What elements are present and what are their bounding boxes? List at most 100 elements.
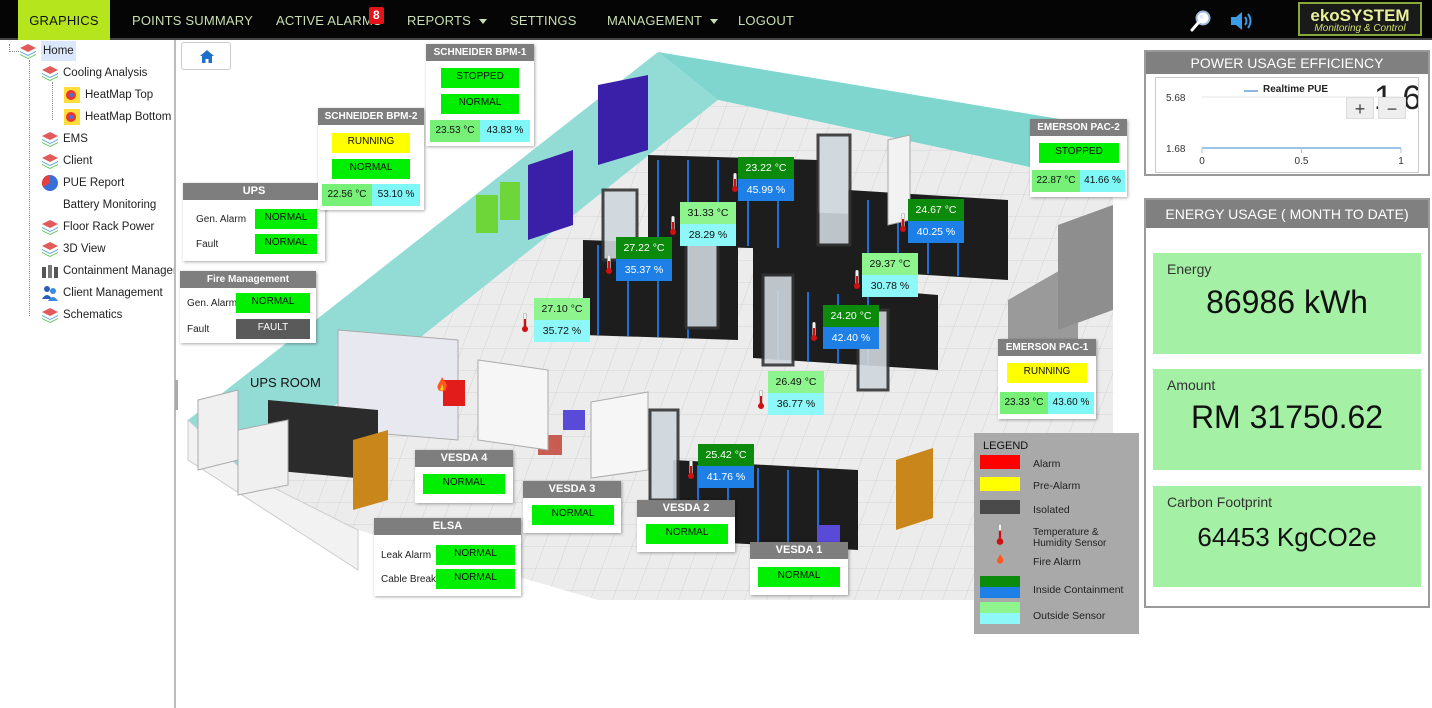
- humidity-reading: 41.76 %: [698, 466, 754, 488]
- nav-graphics[interactable]: GRAPHICS: [18, 0, 110, 40]
- legend-label: Temperature & Humidity Sensor: [1033, 527, 1107, 549]
- nav-settings[interactable]: SETTINGS: [510, 0, 577, 40]
- fire-icon: [437, 377, 447, 392]
- carbon-footprint-box: Carbon Footprint 64453 KgCO2e: [1153, 486, 1421, 587]
- fire-management-panel[interactable]: Fire Management Gen. Alarm NORMAL Fault …: [180, 271, 316, 343]
- humidity-reading: 35.37 %: [616, 259, 672, 281]
- humidity-reading: 35.72 %: [534, 320, 590, 342]
- status-badge: NORMAL: [441, 94, 519, 114]
- tree-item-label: Schematics: [63, 309, 123, 321]
- nav-logout[interactable]: LOGOUT: [738, 0, 794, 40]
- nav-points-summary[interactable]: POINTS SUMMARY: [132, 0, 253, 40]
- legend-label: Outside Sensor: [1033, 610, 1106, 622]
- th-sensor[interactable]: 31.33 °C 28.29 %: [680, 202, 736, 246]
- layers-icon: [42, 308, 58, 323]
- row-label: Gen. Alarm: [196, 214, 247, 225]
- tree-item-label: Containment Management: [63, 265, 174, 277]
- panel-title: UPS: [183, 183, 325, 200]
- emerson-pac-2-panel[interactable]: EMERSON PAC-2 STOPPED 22.87 °C 41.66 %: [1030, 119, 1127, 197]
- vesda-2-panel[interactable]: VESDA 2 NORMAL: [637, 500, 735, 552]
- panel-title: EMERSON PAC-1: [998, 339, 1096, 356]
- th-sensor[interactable]: 29.37 °C 30.78 %: [862, 253, 918, 297]
- legend-swatch-inside: [980, 576, 1020, 587]
- humidity-reading: 40.25 %: [908, 221, 964, 243]
- th-sensor[interactable]: 24.67 °C 40.25 %: [908, 199, 964, 243]
- status-badge: NORMAL: [423, 474, 505, 494]
- nav-reports[interactable]: REPORTS: [407, 0, 488, 40]
- temperature-reading: 23.53 °C: [430, 120, 480, 142]
- pue-x-tick-label: 0.5: [1295, 156, 1309, 167]
- temperature-reading: 22.87 °C: [1032, 170, 1080, 192]
- speaker-icon[interactable]: [1229, 10, 1255, 32]
- tree-item-label: HeatMap Bottom: [85, 111, 172, 123]
- th-sensor[interactable]: 23.22 °C 45.99 %: [738, 157, 794, 201]
- panel-title: VESDA 1: [750, 542, 848, 559]
- zoom-in-button[interactable]: +: [1346, 97, 1374, 119]
- heatmap-icon: [64, 87, 80, 103]
- legend-swatch-outside-2: [980, 613, 1020, 624]
- temperature-reading: 23.33 °C: [1000, 392, 1048, 414]
- thermometer-icon: [522, 313, 528, 332]
- layers-icon: [42, 132, 58, 147]
- chevron-down-icon: [479, 19, 488, 25]
- layers-icon: [42, 242, 58, 257]
- temperature-reading: 31.33 °C: [680, 202, 736, 224]
- logo-title: ekoSYSTEM: [1310, 6, 1410, 25]
- legend-label: Fire Alarm: [1033, 556, 1081, 568]
- vesda-4-panel[interactable]: VESDA 4 NORMAL: [415, 450, 513, 503]
- temperature-reading: 23.22 °C: [738, 157, 794, 179]
- carbon-footprint-value: 64453 KgCO2e: [1197, 522, 1377, 552]
- panel-title: SCHNEIDER BPM-1: [426, 44, 534, 61]
- ups-status-panel[interactable]: UPS Gen. Alarm NORMAL Fault NORMAL: [183, 183, 325, 261]
- nav-active-alarms[interactable]: ACTIVE ALARMS: [276, 0, 382, 40]
- top-navigation-bar: GRAPHICS POINTS SUMMARY ACTIVE ALARMS 8 …: [0, 0, 1432, 40]
- th-sensor[interactable]: 27.10 °C 35.72 %: [534, 298, 590, 342]
- th-sensor[interactable]: 27.22 °C 35.37 %: [616, 237, 672, 281]
- panel-title: ELSA: [374, 518, 521, 535]
- status-badge: NORMAL: [236, 293, 310, 313]
- nav-management[interactable]: MANAGEMENT: [607, 0, 719, 40]
- tree-item-label: PUE Report: [63, 177, 125, 189]
- row-label: Fault: [187, 324, 210, 335]
- humidity-reading: 41.66 %: [1080, 170, 1125, 192]
- search-icon[interactable]: [1189, 9, 1213, 33]
- layers-icon: [42, 220, 58, 235]
- pie-chart-icon: [41, 174, 58, 191]
- tree-item-label: Cooling Analysis: [63, 67, 148, 79]
- tree-item-label: 3D View: [63, 243, 106, 255]
- thermometer-icon: [732, 173, 738, 192]
- panel-title: SCHNEIDER BPM-2: [318, 108, 424, 125]
- status-badge: FAULT: [236, 319, 310, 339]
- energy-value: 86986 kWh: [1206, 284, 1368, 320]
- th-sensor[interactable]: 25.42 °C 41.76 %: [698, 444, 754, 488]
- energy-label: Energy: [1167, 261, 1212, 277]
- carbon-footprint-label: Carbon Footprint: [1167, 494, 1273, 510]
- pue-y-tick-label: 5.68: [1166, 93, 1186, 104]
- schneider-bpm-1-panel[interactable]: SCHNEIDER BPM-1 STOPPED NORMAL 23.53 °C …: [426, 44, 534, 146]
- home-button[interactable]: [181, 42, 231, 70]
- row-label: Gen. Alarm: [187, 298, 238, 309]
- logo-subtitle: Monitoring & Control: [1314, 23, 1406, 34]
- th-sensor[interactable]: 26.49 °C 36.77 %: [768, 371, 824, 415]
- temperature-reading: 24.20 °C: [823, 305, 879, 327]
- schneider-bpm-2-panel[interactable]: SCHNEIDER BPM-2 RUNNING NORMAL 22.56 °C …: [318, 108, 424, 210]
- th-sensor[interactable]: 24.20 °C 42.40 %: [823, 305, 879, 349]
- pue-legend-line: [1244, 90, 1258, 92]
- temperature-reading: 27.10 °C: [534, 298, 590, 320]
- temperature-reading: 27.22 °C: [616, 237, 672, 259]
- status-badge: NORMAL: [436, 569, 515, 589]
- vesda-1-panel[interactable]: VESDA 1 NORMAL: [750, 542, 848, 595]
- navigation-tree: Home Cooling Analysis HeatMap Top HeatMa…: [0, 40, 176, 708]
- nav-management-label: MANAGEMENT: [607, 13, 703, 28]
- vesda-3-panel[interactable]: VESDA 3 NORMAL: [523, 481, 621, 533]
- tree-item-label: Home: [41, 41, 76, 61]
- tree-item-label: Battery Monitoring: [63, 199, 157, 211]
- emerson-pac-1-panel[interactable]: EMERSON PAC-1 RUNNING 23.33 °C 43.60 %: [998, 339, 1096, 419]
- energy-panel-title: ENERGY USAGE ( MONTH TO DATE): [1146, 200, 1428, 228]
- nav-reports-label: REPORTS: [407, 13, 472, 28]
- temperature-reading: 29.37 °C: [862, 253, 918, 275]
- elsa-panel[interactable]: ELSA Leak Alarm NORMAL Cable Break NORMA…: [374, 518, 521, 596]
- temperature-reading: 26.49 °C: [768, 371, 824, 393]
- legend-swatch-alarm: [980, 455, 1020, 469]
- zoom-out-button[interactable]: −: [1378, 97, 1406, 119]
